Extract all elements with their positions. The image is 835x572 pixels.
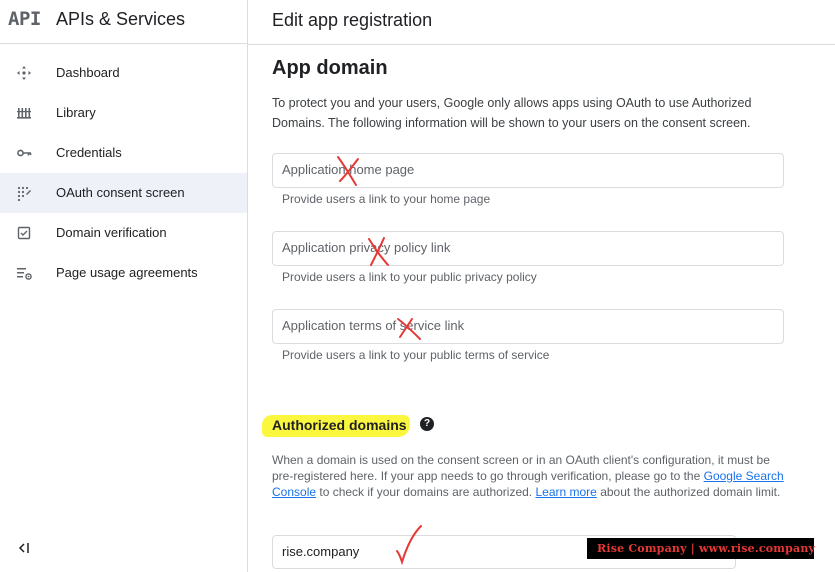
sidebar-item-page-usage-agreements[interactable]: Page usage agreements [0, 253, 247, 293]
watermark-text: Rise Company | www.rise.company [597, 542, 816, 555]
description-text: to check if your domains are authorized. [316, 485, 536, 499]
terms-of-service-input[interactable] [282, 318, 772, 333]
sidebar-item-dashboard[interactable]: Dashboard [0, 53, 247, 93]
app-domain-intro: To protect you and your users, Google on… [272, 96, 752, 130]
app-domain-heading: App domain [272, 57, 388, 79]
checkbox-icon [17, 226, 31, 240]
home-page-hint: Provide users a link to your home page [282, 192, 491, 206]
sidebar-item-label: Page usage agreements [56, 265, 198, 280]
sidebar-item-label: OAuth consent screen [56, 185, 185, 200]
brand-header: API APIs & Services [0, 0, 248, 44]
product-title: APIs & Services [56, 9, 186, 29]
description-text: When a domain is used on the consent scr… [272, 453, 770, 483]
privacy-policy-hint: Provide users a link to your public priv… [282, 270, 537, 284]
red-check-mark [396, 525, 422, 565]
description-text: about the authorized domain limit. [596, 485, 781, 499]
sidebar: API APIs & Services Dashboard Library Cr… [0, 0, 248, 572]
page-title: Edit app registration [272, 10, 433, 30]
sidebar-item-label: Credentials [56, 145, 122, 160]
library-icon [17, 108, 31, 119]
sidebar-item-label: Library [56, 105, 96, 120]
terms-of-service-hint: Provide users a link to your public term… [282, 348, 550, 362]
sidebar-item-credentials[interactable]: Credentials [0, 133, 247, 173]
learn-more-link[interactable]: Learn more [535, 485, 596, 499]
terms-of-service-field[interactable] [272, 309, 784, 344]
sidebar-item-label: Dashboard [56, 65, 120, 80]
watermark: Rise Company | www.rise.company [587, 538, 816, 559]
sidebar-item-oauth-consent-screen[interactable]: OAuth consent screen [0, 173, 247, 213]
settings-list-icon [17, 268, 32, 280]
dashboard-icon [17, 66, 31, 80]
red-cross-mark [368, 237, 389, 266]
sidebar-nav: Dashboard Library Credentials OAuth cons… [0, 53, 247, 293]
api-logo: API [8, 8, 41, 30]
help-icon[interactable]: ? [420, 417, 434, 431]
page-header: Edit app registration [248, 0, 835, 45]
authorized-domains-description: When a domain is used on the consent scr… [272, 452, 792, 500]
sidebar-item-label: Domain verification [56, 225, 167, 240]
key-icon [17, 149, 32, 157]
red-cross-mark [397, 318, 421, 340]
oauth-consent-icon [17, 186, 31, 201]
sidebar-item-domain-verification[interactable]: Domain verification [0, 213, 247, 253]
privacy-policy-input[interactable] [282, 240, 772, 255]
authorized-domains-heading: Authorized domains [272, 417, 407, 433]
privacy-policy-field[interactable] [272, 231, 784, 266]
red-cross-mark [337, 156, 359, 186]
collapse-sidebar-icon[interactable] [16, 540, 32, 556]
sidebar-item-library[interactable]: Library [0, 93, 247, 133]
